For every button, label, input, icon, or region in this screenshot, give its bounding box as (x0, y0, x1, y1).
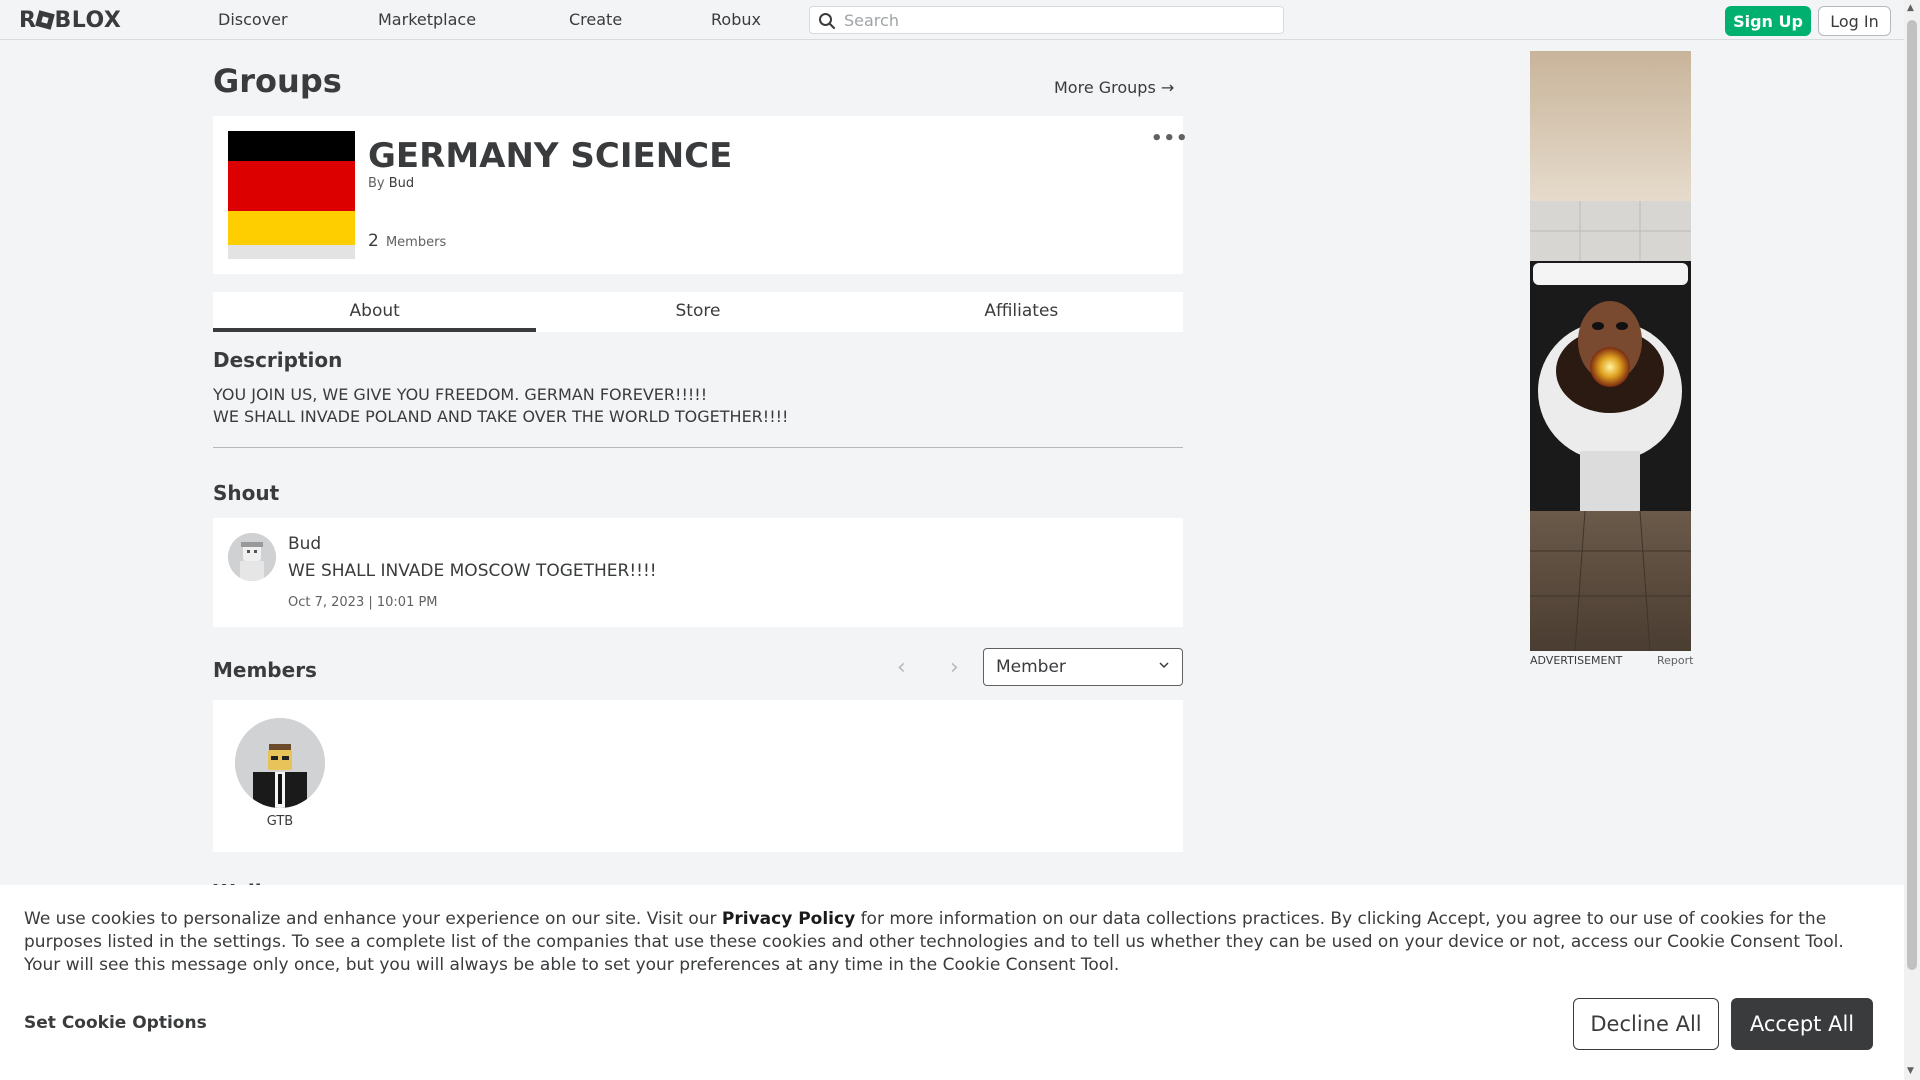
set-cookie-options-link[interactable]: Set Cookie Options (24, 1013, 207, 1033)
shout-author-link[interactable]: Bud (288, 534, 321, 554)
ad-artwork (1530, 51, 1691, 651)
ad-report-link[interactable]: Report (1657, 654, 1693, 667)
group-emblem (228, 131, 355, 259)
more-options-icon[interactable]: ••• (1151, 128, 1189, 149)
nav-robux[interactable]: Robux (711, 10, 761, 29)
members-heading: Members (213, 658, 317, 682)
scroll-up-icon[interactable]: ▲ (1907, 3, 1914, 13)
privacy-policy-link[interactable]: Privacy Policy (722, 909, 855, 929)
avatar[interactable] (228, 533, 276, 581)
advertisement-label: ADVERTISEMENT (1530, 654, 1623, 667)
nav-marketplace[interactable]: Marketplace (378, 10, 476, 29)
more-groups-link[interactable]: More Groups → (1054, 78, 1174, 97)
advertisement-image[interactable] (1530, 51, 1691, 651)
description-line-2: WE SHALL INVADE POLAND AND TAKE OVER THE… (213, 407, 789, 426)
cookie-banner: We use cookies to personalize and enhanc… (0, 885, 1904, 1080)
nav-discover[interactable]: Discover (218, 10, 288, 29)
shout-date: Oct 7, 2023 | 10:01 PM (288, 595, 438, 610)
tab-about[interactable]: About (213, 292, 537, 332)
avatar[interactable] (235, 718, 325, 808)
group-name: GERMANY SCIENCE (368, 136, 733, 176)
nav-create[interactable]: Create (569, 10, 622, 29)
scrollbar-thumb[interactable] (1907, 20, 1917, 970)
next-page-icon[interactable]: › (950, 655, 959, 680)
group-owner-line: By Bud (368, 176, 414, 191)
cookie-text-before: We use cookies to personalize and enhanc… (24, 909, 722, 929)
member-name[interactable]: GTB (235, 814, 325, 829)
avatar-icon (228, 533, 276, 581)
shout-card: Bud WE SHALL INVADE MOSCOW TOGETHER!!!! … (213, 518, 1183, 627)
decline-all-button[interactable]: Decline All (1573, 998, 1719, 1050)
shout-text: WE SHALL INVADE MOSCOW TOGETHER!!!! (288, 561, 657, 581)
tab-affiliates[interactable]: Affiliates (860, 292, 1183, 332)
search-input[interactable] (844, 10, 1274, 30)
roblox-logo[interactable]: R BLOX (19, 8, 121, 33)
member-count: 2 Members (368, 231, 446, 251)
description-line-1: YOU JOIN US, WE GIVE YOU FREEDOM. GERMAN… (213, 385, 708, 404)
accept-all-button[interactable]: Accept All (1731, 998, 1873, 1050)
member-count-number: 2 (368, 231, 379, 251)
group-header-card: GERMANY SCIENCE By Bud 2 Members ••• (213, 116, 1188, 274)
cookie-message: We use cookies to personalize and enhanc… (24, 908, 1884, 977)
log-in-button[interactable]: Log In (1818, 6, 1891, 36)
prev-page-icon[interactable]: ‹ (897, 655, 906, 680)
group-tabs: About Store Affiliates (213, 292, 1183, 332)
by-label: By (368, 176, 385, 191)
role-dropdown[interactable]: Member (983, 648, 1183, 686)
page-scrollbar[interactable]: ▲ ▼ (1904, 0, 1920, 1080)
member-count-label: Members (385, 235, 447, 250)
description-heading: Description (213, 348, 343, 372)
shout-heading: Shout (213, 481, 280, 505)
divider (213, 447, 1183, 448)
page-title: Groups (213, 62, 342, 100)
members-list: GTB (213, 700, 1183, 852)
search-box[interactable] (809, 6, 1284, 34)
role-dropdown-value: Member (996, 657, 1066, 677)
sign-up-button[interactable]: Sign Up (1725, 6, 1811, 36)
tab-store[interactable]: Store (536, 292, 859, 332)
top-navigation: R BLOX Discover Marketplace Create Robux … (0, 0, 1904, 40)
group-owner-link[interactable]: Bud (389, 176, 414, 191)
scroll-down-icon[interactable]: ▼ (1907, 1066, 1914, 1076)
member-avatar-icon (235, 718, 325, 808)
search-icon (819, 13, 835, 29)
chevron-down-icon (1159, 662, 1169, 669)
